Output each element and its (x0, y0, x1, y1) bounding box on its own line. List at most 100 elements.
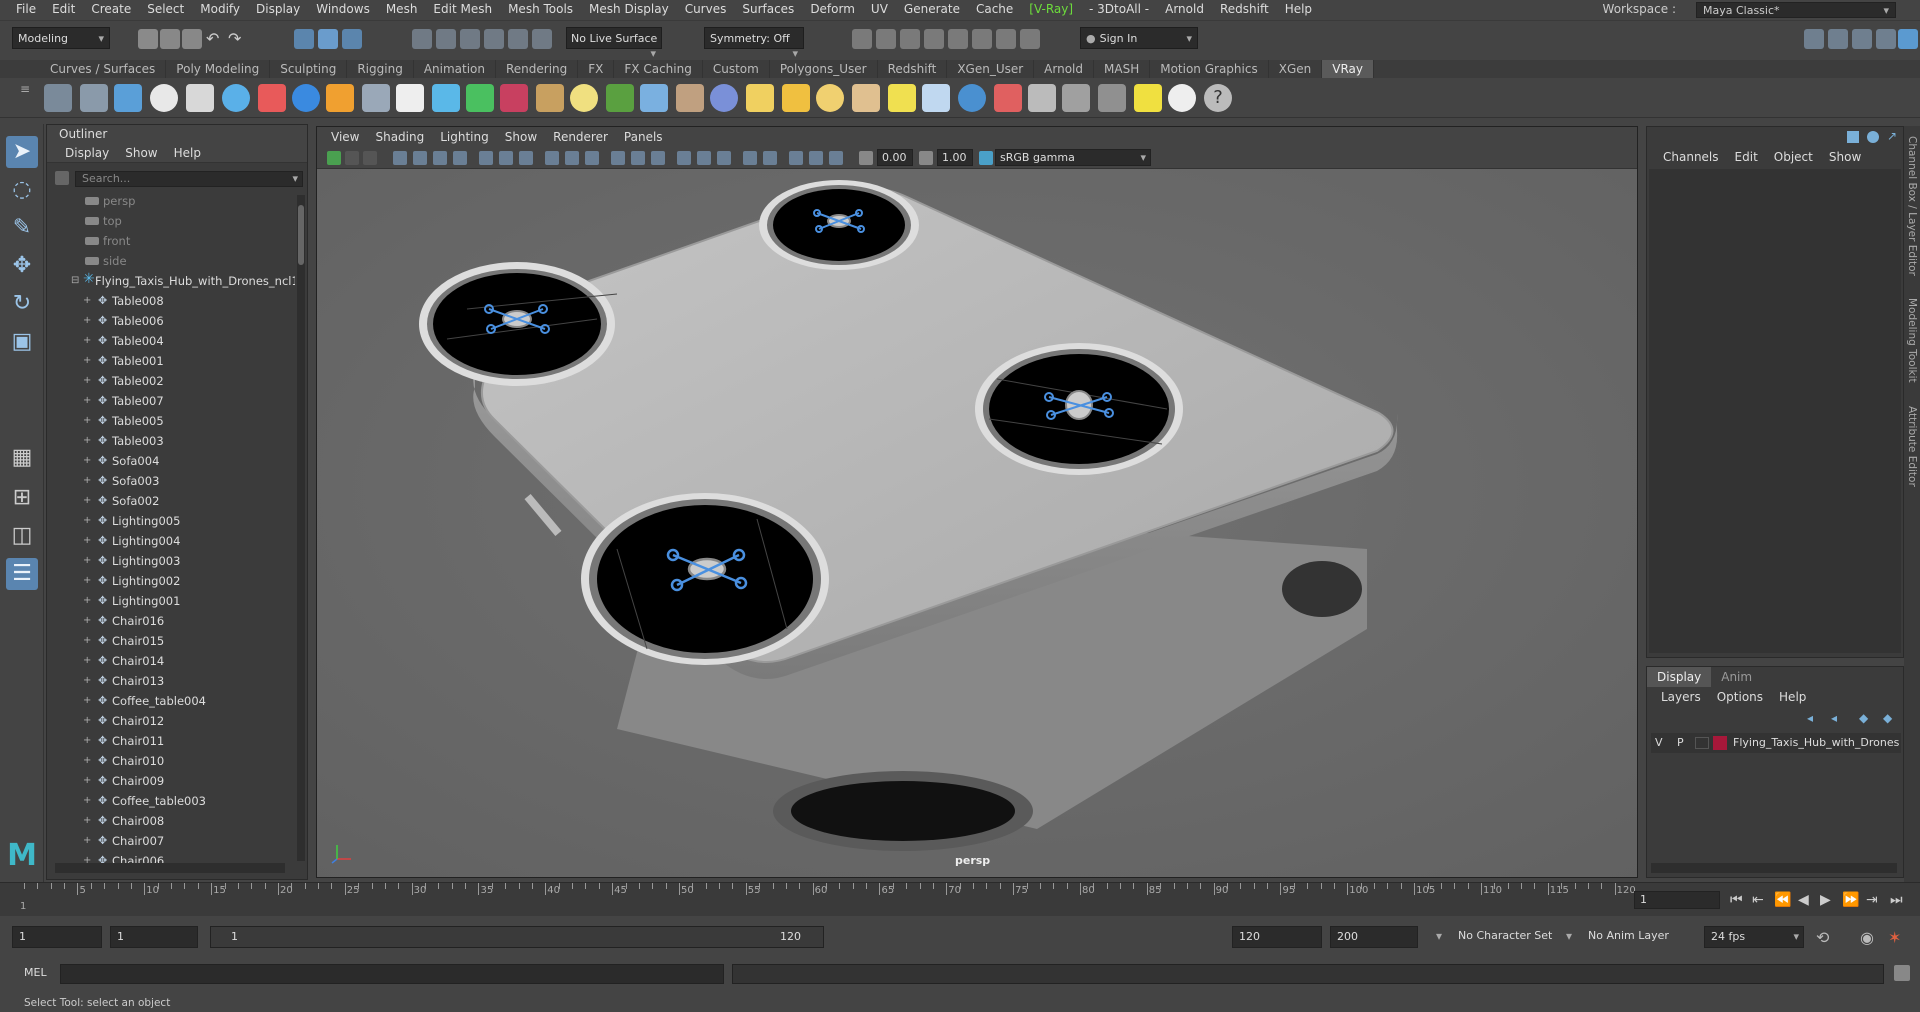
isolate-icon[interactable] (585, 151, 599, 165)
command-language-label[interactable]: MEL (24, 966, 47, 979)
move-layer-up-icon[interactable]: ◂ (1807, 711, 1813, 725)
channel-box-menu-object[interactable]: Object (1766, 147, 1821, 167)
shelf-menu-icon[interactable]: ≡ (20, 82, 30, 96)
menu-set-dropdown[interactable]: Modeling (12, 27, 110, 49)
layer-playback-toggle[interactable]: P (1677, 733, 1684, 753)
viewport-menu-view[interactable]: View (323, 127, 367, 147)
collapse-icon[interactable]: ⊟ (71, 271, 79, 291)
move-tool-icon[interactable]: ✥ (6, 250, 38, 282)
expand-icon[interactable]: + (83, 551, 91, 571)
shelf-tab-poly-modeling[interactable]: Poly Modeling (166, 60, 271, 78)
shelf-tab-motion-graphics[interactable]: Motion Graphics (1150, 60, 1269, 78)
use-lights-icon[interactable] (631, 151, 645, 165)
character-set-icon[interactable]: ▾ (1436, 929, 1442, 943)
channel-box-menu-channels[interactable]: Channels (1655, 147, 1727, 167)
vray-material-icon[interactable] (222, 84, 250, 112)
time-slider[interactable]: 1 5 10 15 20 25 30 35 40 45 50 55 60 65 70 75 80 85 90 95 10… (0, 882, 1920, 916)
outliner-menu-display[interactable]: Display (57, 143, 117, 162)
menu-deform[interactable]: Deform (802, 0, 863, 18)
expand-icon[interactable]: + (83, 451, 91, 471)
step-forward-key-icon[interactable]: ⏩ (1842, 892, 1859, 908)
outliner-item[interactable]: + ✥ Chair014 (55, 651, 295, 671)
exposure-icon[interactable] (859, 151, 873, 165)
outliner-camera-item[interactable]: side (55, 251, 295, 271)
step-forward-icon[interactable]: ⇥ (1866, 892, 1878, 908)
vray-toon-icon[interactable] (994, 84, 1022, 112)
exposure-field[interactable]: 0.00 (877, 149, 913, 166)
help-icon[interactable]: ? (1204, 84, 1232, 112)
character-controls-icon[interactable] (1828, 29, 1848, 49)
image-plane-icon[interactable] (393, 151, 407, 165)
shelf-tab-rigging[interactable]: Rigging (347, 60, 414, 78)
textured-icon[interactable] (611, 151, 625, 165)
xray-joints-icon[interactable] (809, 151, 823, 165)
wireframe-icon[interactable] (499, 151, 513, 165)
vray-checker-icon[interactable] (1028, 84, 1056, 112)
new-layer-icon[interactable]: ◆ (1859, 711, 1868, 725)
outliner-item[interactable]: + ✥ Table008 (55, 291, 295, 311)
play-backwards-icon[interactable]: ◀ (1798, 892, 1809, 908)
vray-particles-icon[interactable] (640, 84, 668, 112)
expand-icon[interactable]: + (83, 411, 91, 431)
menu-display[interactable]: Display (248, 0, 308, 18)
character-set-dropdown[interactable]: No Character Set (1452, 926, 1562, 948)
redo-icon[interactable]: ↷ (228, 29, 248, 49)
outliner-item[interactable]: + ✥ Sofa003 (55, 471, 295, 491)
gamma-field[interactable]: 1.00 (937, 149, 973, 166)
menu-select[interactable]: Select (139, 0, 192, 18)
ambient-occlusion-icon[interactable] (697, 151, 711, 165)
scale-tool-icon[interactable]: ▣ (6, 326, 38, 358)
menu-arnold[interactable]: Arnold (1157, 0, 1212, 18)
outliner-item[interactable]: + ✥ Lighting004 (55, 531, 295, 551)
shelf-tab-redshift[interactable]: Redshift (878, 60, 948, 78)
antialias-icon[interactable] (717, 151, 731, 165)
layer-color-swatch[interactable] (1713, 736, 1727, 750)
light-editor-icon[interactable] (996, 29, 1016, 49)
vray-logo-icon[interactable] (150, 84, 178, 112)
outliner-item[interactable]: + ✥ Chair013 (55, 671, 295, 691)
expand-icon[interactable]: + (83, 691, 91, 711)
motion-blur-icon[interactable] (763, 151, 777, 165)
shelf-tab-arnold[interactable]: Arnold (1034, 60, 1095, 78)
anim-layer-icon[interactable]: ▾ (1566, 929, 1572, 943)
film-gate-icon[interactable] (433, 151, 447, 165)
shelf-tab-vray[interactable]: VRay (1322, 60, 1374, 78)
vray-lister-icon[interactable] (1098, 84, 1126, 112)
layer-editor-scrollbar[interactable] (1651, 863, 1897, 873)
bookmark-icon[interactable] (363, 151, 377, 165)
vray-sun-icon[interactable] (888, 84, 916, 112)
step-back-icon[interactable]: ⇤ (1752, 892, 1764, 908)
layer-menu-options[interactable]: Options (1709, 687, 1771, 707)
outliner-camera-item[interactable]: persp (55, 191, 295, 211)
shelf-tab-fx-caching[interactable]: FX Caching (614, 60, 703, 78)
outliner-item[interactable]: + ✥ Chair016 (55, 611, 295, 631)
menu-uv[interactable]: UV (863, 0, 896, 18)
layer-name[interactable]: Flying_Taxis_Hub_with_Drones (1733, 733, 1899, 753)
color-space-dropdown[interactable]: sRGB gamma ▾ (995, 149, 1151, 166)
default-material-icon[interactable] (545, 151, 559, 165)
anim-prefs-icon[interactable]: ✶ (1888, 928, 1901, 947)
shelf-tab-mash[interactable]: MASH (1094, 60, 1151, 78)
outliner-item[interactable]: + ✥ Table001 (55, 351, 295, 371)
shelf-tab-xgen-user[interactable]: XGen_User (947, 60, 1035, 78)
camera-attr-icon[interactable] (345, 151, 359, 165)
channel-box-sync-icon[interactable] (1867, 131, 1879, 143)
viewport-menu-shading[interactable]: Shading (367, 127, 432, 147)
step-back-key-icon[interactable]: ⏪ (1774, 892, 1791, 908)
outliner-item[interactable]: + ✥ Chair008 (55, 811, 295, 831)
outliner-item[interactable]: + ✥ Table006 (55, 311, 295, 331)
outliner-item[interactable]: + ✥ Table004 (55, 331, 295, 351)
smooth-shade-icon[interactable] (519, 151, 533, 165)
sign-in-dropdown[interactable]: ● Sign In (1080, 27, 1198, 49)
outliner-item[interactable]: + ✥ Lighting005 (55, 511, 295, 531)
vray-grass-icon[interactable] (606, 84, 634, 112)
expand-icon[interactable]: + (83, 311, 91, 331)
select-component-icon[interactable] (342, 29, 362, 49)
hud-icon[interactable] (829, 151, 843, 165)
viewport-menu-lighting[interactable]: Lighting (432, 127, 497, 147)
vray-hair-icon[interactable] (676, 84, 704, 112)
menu-v-ray[interactable]: [V-Ray] (1021, 0, 1081, 18)
expand-icon[interactable]: + (83, 811, 91, 831)
playback-end-field[interactable]: 120 (1232, 926, 1322, 948)
vray-sphere-light-icon[interactable] (710, 84, 738, 112)
